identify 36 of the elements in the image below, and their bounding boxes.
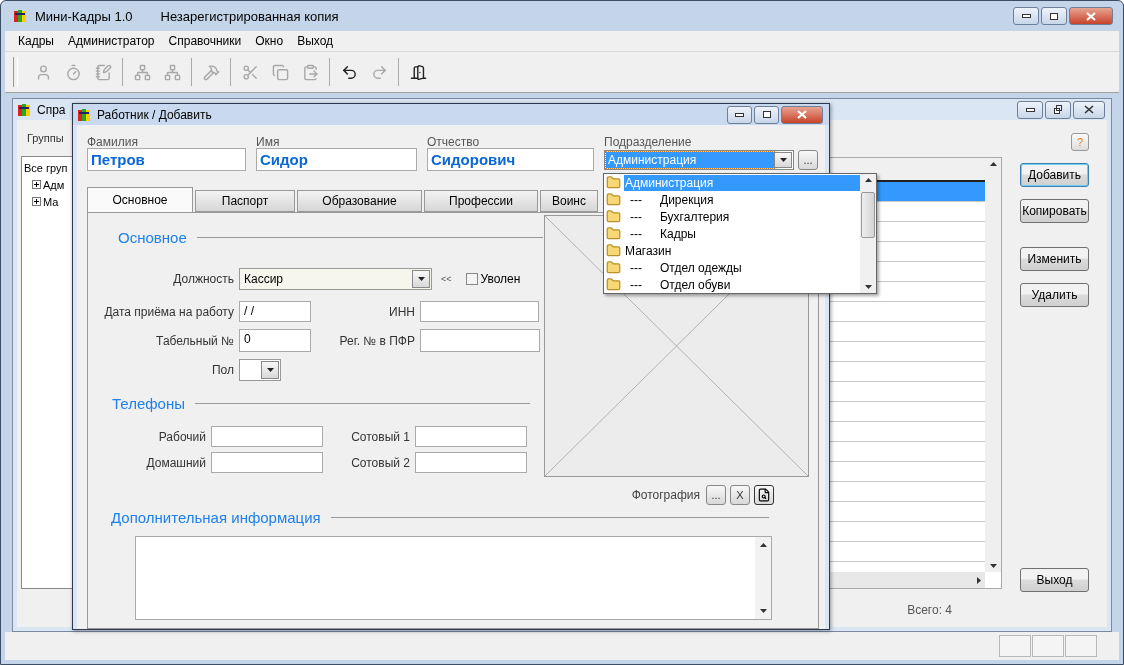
indent-mark: --- — [630, 226, 643, 241]
checkbox-label: Уволен — [480, 272, 521, 286]
section-heading: Основное — [118, 229, 187, 246]
field-label: Сотовый 1 — [350, 429, 411, 444]
field-label: Рег. № в ПФР — [338, 333, 416, 348]
field-label: Подразделение — [604, 136, 693, 148]
dialog-title: Работник / Добавить — [97, 107, 212, 122]
field-label: Отчество — [427, 136, 481, 148]
field-label: Домашний — [145, 455, 207, 470]
field-label: Должность — [172, 272, 235, 286]
department-name: Отдел обуви — [659, 276, 731, 293]
photo-label: Фотография — [631, 488, 700, 502]
window-title: Мини-Кадры 1.0 — [35, 8, 133, 24]
indent-mark: --- — [630, 260, 643, 275]
field-label: Имя — [256, 136, 281, 148]
department-name: Дирекция — [659, 191, 714, 208]
department-name: Кадры — [659, 225, 696, 242]
indent-mark: --- — [630, 192, 643, 207]
groups-label: Группы — [27, 132, 64, 144]
section-heading: Дополнительная информация — [111, 509, 321, 526]
field-label: Дата приёма на работу — [103, 304, 235, 319]
window-title: Спра — [37, 102, 66, 117]
indent-mark: --- — [630, 277, 643, 292]
field-label: Сотовый 2 — [350, 455, 411, 470]
department-name: Магазин — [624, 242, 672, 259]
indent-mark: --- — [630, 209, 643, 224]
field-label: Пол — [210, 362, 235, 377]
department-name: Отдел одежды — [659, 259, 742, 276]
department-name: Бухгалтерия — [659, 208, 730, 225]
total-count: Всего: 4 — [907, 603, 952, 617]
field-label: ИНН — [388, 304, 416, 319]
field-label: Рабочий — [157, 429, 207, 444]
registration-status: Незарегистрированная копия — [160, 8, 339, 24]
field-label: Фамилия — [87, 136, 139, 148]
field-label: Табельный № — [155, 333, 235, 348]
section-heading: Телефоны — [112, 395, 185, 412]
